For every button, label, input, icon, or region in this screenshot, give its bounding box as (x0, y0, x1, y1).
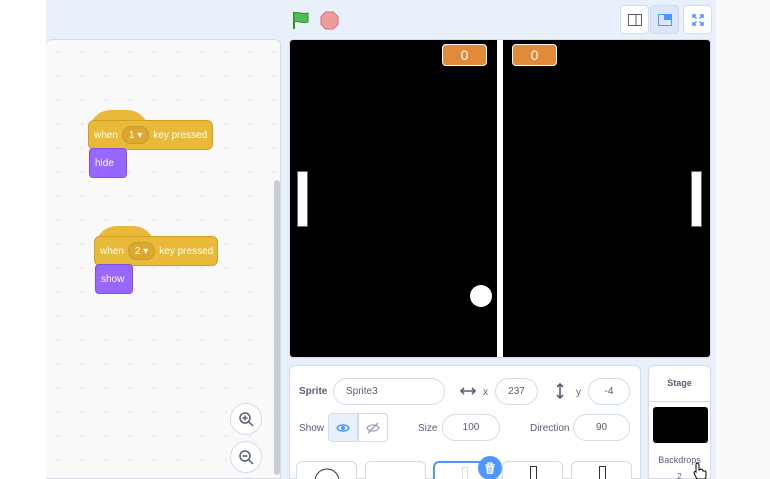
score-left: 0 (442, 44, 487, 66)
score-left-value: 0 (460, 47, 469, 63)
x-value: 237 (508, 386, 525, 397)
dropdown-arrow-icon: ▾ (137, 129, 143, 141)
delete-sprite-button[interactable] (478, 456, 502, 479)
y-label: y (576, 387, 581, 398)
eye-slash-icon (366, 422, 380, 433)
left-paddle[interactable] (297, 171, 308, 227)
show-block[interactable]: show (95, 264, 133, 294)
direction-input[interactable]: 90 (573, 414, 630, 441)
paddle-costume-icon (530, 466, 537, 479)
key-value: 1 (128, 129, 135, 141)
show-visible-toggle[interactable] (328, 413, 358, 442)
size-input[interactable]: 100 (442, 414, 500, 441)
zoom-in-icon (239, 412, 254, 427)
show-hidden-toggle[interactable] (358, 413, 388, 442)
hide-label: hide (95, 157, 114, 169)
x-input[interactable]: 237 (495, 378, 538, 405)
key-pressed-label: key pressed (159, 245, 214, 257)
y-value: -4 (604, 386, 614, 397)
stage-canvas[interactable]: 0 0 (289, 39, 711, 358)
zoom-in-button[interactable] (230, 403, 262, 435)
sprite-thumb-paddle[interactable] (571, 461, 632, 479)
net-divider (497, 40, 503, 357)
small-stage-icon (627, 13, 642, 26)
ball-costume-icon (314, 468, 340, 479)
stage-title: Stage (667, 378, 692, 388)
ball[interactable] (470, 285, 492, 307)
key-value: 2 (134, 245, 141, 257)
stop-icon[interactable] (320, 11, 339, 30)
when-key-pressed-block-2[interactable]: when 2 ▾ key pressed (94, 236, 218, 266)
normal-stage-button[interactable] (650, 5, 679, 34)
trash-icon (485, 461, 495, 474)
key-pressed-label: key pressed (153, 129, 208, 141)
when-label: when (100, 245, 124, 257)
when-key-pressed-block-1[interactable]: when 1 ▾ key pressed (88, 120, 213, 150)
sprite-name-input[interactable]: Sprite3 (333, 378, 445, 405)
show-label: Show (299, 423, 325, 434)
hide-block[interactable]: hide (89, 148, 127, 178)
show-label: show (101, 273, 125, 285)
code-scrollbar[interactable] (274, 180, 280, 475)
paddle-costume-icon (462, 467, 468, 479)
direction-value: 90 (595, 422, 608, 433)
green-flag-icon[interactable] (291, 10, 311, 30)
right-strip (716, 0, 770, 479)
key-dropdown[interactable]: 1 ▾ (121, 126, 150, 144)
when-label: when (94, 129, 118, 141)
hand-cursor-icon (693, 462, 707, 479)
zoom-out-button[interactable] (230, 441, 262, 473)
score-right-value: 0 (530, 47, 539, 63)
sprite-label: Sprite (299, 386, 328, 397)
eye-icon (336, 423, 350, 432)
y-input[interactable]: -4 (588, 378, 630, 405)
score-right: 0 (512, 44, 557, 66)
zoom-out-icon (239, 450, 254, 465)
fullscreen-icon (691, 13, 704, 26)
dropdown-arrow-icon: ▾ (143, 245, 149, 257)
normal-stage-icon (657, 13, 672, 26)
fullscreen-button[interactable] (683, 5, 712, 34)
sprite-thumb-divider[interactable] (365, 461, 426, 479)
sprite-name-value: Sprite3 (346, 386, 378, 397)
x-arrows-icon (460, 387, 476, 395)
direction-label: Direction (530, 423, 570, 434)
left-strip (0, 0, 46, 479)
size-value: 100 (462, 422, 480, 433)
y-arrows-icon (556, 383, 564, 399)
x-label: x (483, 387, 488, 398)
sprite-thumb-paddle[interactable] (502, 461, 563, 479)
key-dropdown[interactable]: 2 ▾ (127, 242, 156, 260)
size-label: Size (418, 423, 438, 434)
backdrop-thumbnail[interactable] (653, 407, 708, 443)
scratch-editor: when 1 ▾ key pressed hide when 2 ▾ key p… (0, 0, 770, 479)
sprite-thumb-ball[interactable] (296, 461, 357, 479)
small-stage-button[interactable] (620, 5, 649, 34)
paddle-costume-icon (599, 466, 606, 479)
stage-panel-separator (649, 401, 710, 402)
right-paddle[interactable] (691, 171, 702, 227)
